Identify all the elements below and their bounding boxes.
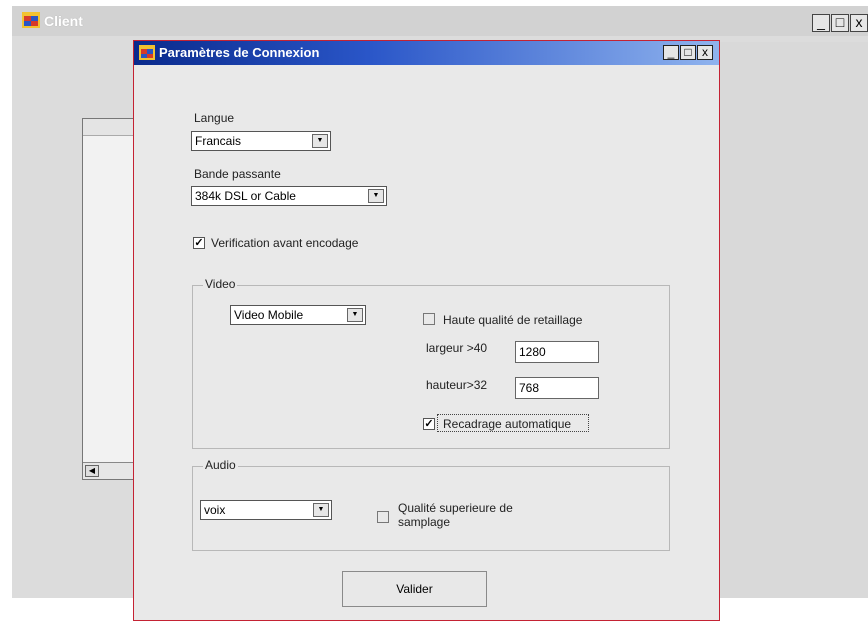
bandwidth-select[interactable]: 384k DSL or Cable ▼ — [191, 186, 387, 206]
dialog-titlebar[interactable]: Paramètres de Connexion _ □ x — [134, 41, 719, 65]
high-quality-resize-label: Haute qualité de retaillage — [443, 313, 583, 327]
language-value: Francais — [195, 134, 242, 148]
client-title: Client — [44, 13, 83, 29]
video-preset-value: Video Mobile — [234, 308, 304, 322]
close-button[interactable]: x — [697, 45, 713, 60]
validate-button[interactable]: Valider — [342, 571, 487, 607]
audio-high-quality-label-line1: Qualité superieure de — [398, 501, 513, 515]
minimize-button[interactable]: _ — [663, 45, 679, 60]
verification-label: Verification avant encodage — [211, 236, 359, 250]
language-label: Langue — [194, 111, 235, 125]
dialog-title: Paramètres de Connexion — [159, 45, 320, 60]
maximize-button[interactable]: □ — [831, 14, 849, 32]
horizontal-scrollbar[interactable]: ◀ — [83, 462, 139, 479]
language-select[interactable]: Francais ▼ — [191, 131, 331, 151]
maximize-button[interactable]: □ — [680, 45, 696, 60]
close-button[interactable]: x — [850, 14, 868, 32]
bandwidth-label: Bande passante — [194, 167, 281, 181]
minimize-button[interactable]: _ — [812, 14, 830, 32]
auto-crop-checkbox[interactable]: ✓ — [423, 418, 435, 430]
list-header — [83, 119, 139, 136]
app-window-icon — [22, 12, 40, 28]
audio-legend: Audio — [203, 458, 238, 472]
height-label: hauteur>32 — [426, 378, 488, 392]
bandwidth-value: 384k DSL or Cable — [195, 189, 296, 203]
chevron-down-icon[interactable]: ▼ — [368, 189, 384, 203]
client-right-panel — [718, 42, 868, 598]
verification-checkbox[interactable]: ✓ — [193, 237, 205, 249]
auto-crop-label: Recadrage automatique — [443, 417, 572, 431]
width-input[interactable]: 1280 — [515, 341, 599, 363]
chevron-down-icon[interactable]: ▼ — [347, 308, 363, 322]
audio-high-quality-checkbox[interactable] — [377, 511, 389, 523]
chevron-down-icon[interactable]: ▼ — [312, 134, 328, 148]
audio-preset-select[interactable]: voix ▼ — [200, 500, 332, 520]
chevron-left-icon[interactable]: ◀ — [85, 465, 99, 477]
chevron-down-icon[interactable]: ▼ — [313, 503, 329, 517]
client-window-controls: _ □ x — [812, 14, 868, 32]
audio-high-quality-label-line2: samplage — [398, 515, 451, 529]
high-quality-resize-checkbox[interactable] — [423, 313, 435, 325]
connection-settings-dialog: Paramètres de Connexion _ □ x Langue Fra… — [133, 40, 720, 621]
audio-preset-value: voix — [204, 503, 226, 517]
height-input[interactable]: 768 — [515, 377, 599, 399]
video-legend: Video — [203, 277, 238, 291]
dialog-window-controls: _ □ x — [663, 45, 713, 60]
app-window-icon — [139, 45, 155, 60]
video-preset-select[interactable]: Video Mobile ▼ — [230, 305, 366, 325]
client-titlebar[interactable]: Client _ □ x — [12, 6, 868, 36]
client-list-view[interactable]: ◀ — [82, 118, 140, 480]
width-label: largeur >40 — [426, 341, 488, 355]
